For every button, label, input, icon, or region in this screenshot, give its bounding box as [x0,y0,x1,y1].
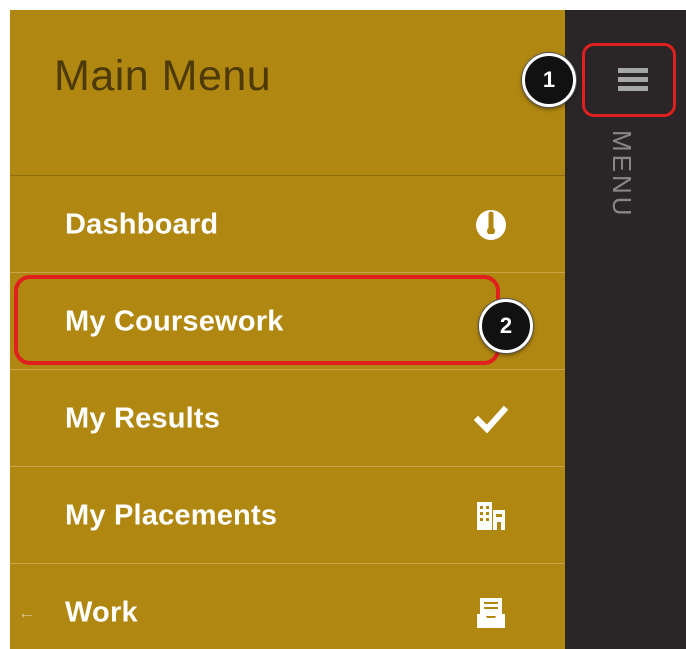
menu-item-label: My Results [65,402,221,434]
screenshot-frame: Main Menu Dashboard My Coursework My Res… [10,10,686,649]
menu-item-label: Work [65,596,138,628]
main-menu-panel: Main Menu Dashboard My Coursework My Res… [10,10,565,649]
inbox-tray-icon [474,596,508,630]
side-menu-rail: MENU [565,10,686,649]
menu-item-my-results[interactable]: My Results [10,370,565,467]
menu-item-label: My Placements [65,499,278,531]
dashboard-gauge-icon [474,208,508,242]
menu-item-my-placements[interactable]: My Placements [10,467,565,564]
building-icon [474,499,508,533]
back-arrow-icon: ← [18,602,36,622]
menu-item-dashboard[interactable]: Dashboard [10,176,565,273]
callout-badge-1: 1 [522,53,576,107]
hamburger-menu-button[interactable] [582,43,676,117]
checkmark-icon [473,402,509,436]
menu-title: Main Menu [54,52,272,100]
menu-item-label: Dashboard [65,208,219,240]
menu-item-work[interactable]: ← Work [10,564,565,649]
menu-vertical-label: MENU [607,130,637,219]
menu-item-label: My Coursework [65,305,284,337]
callout-badge-2: 2 [479,299,533,353]
